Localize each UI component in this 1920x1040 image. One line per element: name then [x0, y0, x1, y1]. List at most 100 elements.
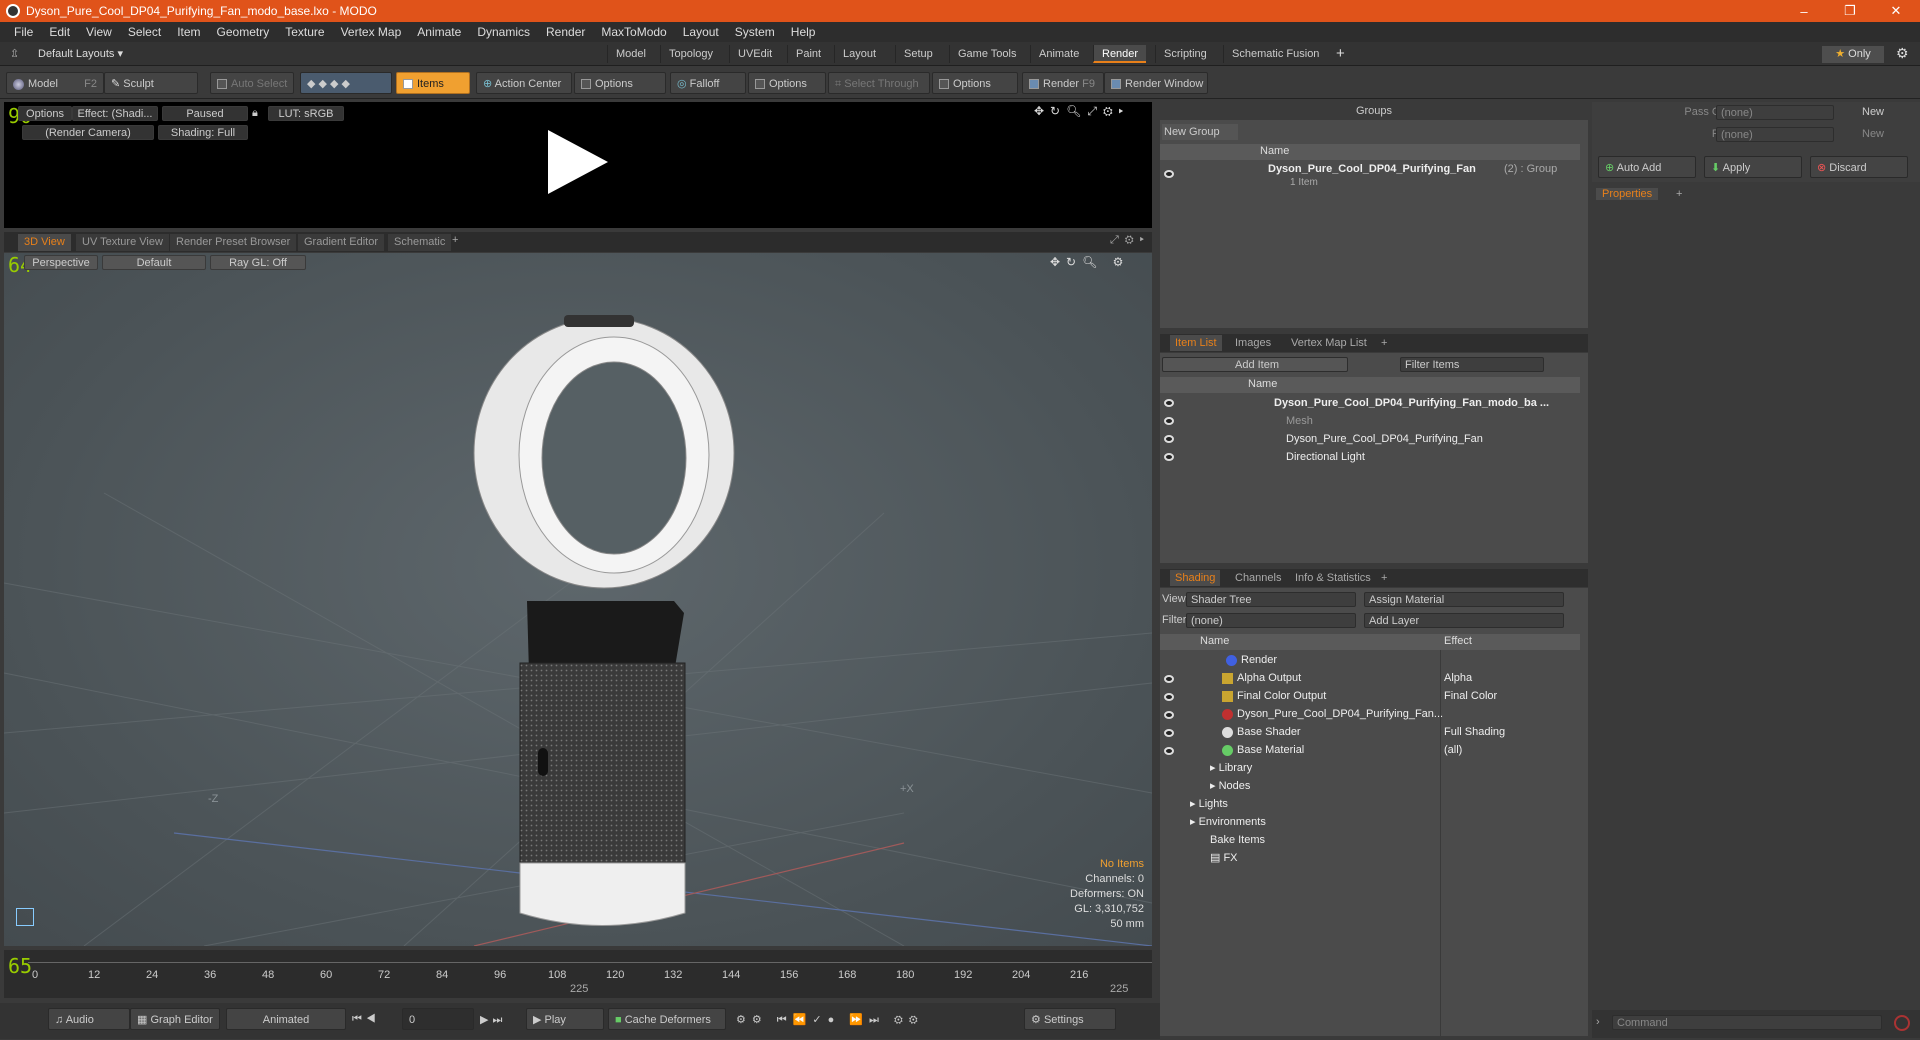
stop-icon[interactable]: [1894, 1015, 1910, 1031]
add-properties-tab[interactable]: +: [1676, 188, 1682, 200]
menu-item[interactable]: Item: [169, 25, 208, 39]
effect-final-color[interactable]: Final Color: [1444, 687, 1497, 705]
dyson-fan-model[interactable]: [454, 313, 754, 933]
options-button[interactable]: Options: [18, 106, 72, 121]
gear-icon[interactable]: ⚙: [1896, 45, 1909, 62]
new-pass-button[interactable]: New: [1862, 128, 1884, 140]
tab-layout[interactable]: Layout: [834, 45, 884, 63]
tab-properties[interactable]: Properties: [1596, 188, 1659, 200]
view-expand-icons[interactable]: ⤢⚙▸: [1110, 234, 1150, 247]
render-button[interactable]: Render F9: [1022, 72, 1104, 94]
lut-dropdown[interactable]: LUT: sRGB: [268, 106, 344, 121]
camera-dropdown[interactable]: (Render Camera): [22, 125, 154, 140]
menu-layout[interactable]: Layout: [675, 25, 727, 39]
tab-gradient-editor[interactable]: Gradient Editor: [298, 234, 384, 251]
effect-all[interactable]: (all): [1444, 741, 1462, 759]
menu-geometry[interactable]: Geometry: [209, 25, 278, 39]
assign-material-dropdown[interactable]: Assign Material: [1364, 592, 1564, 607]
menu-system[interactable]: System: [727, 25, 783, 39]
tab-3d-view[interactable]: 3D View: [18, 234, 71, 251]
eye-icon[interactable]: [1164, 399, 1174, 407]
tab-item-list[interactable]: Item List: [1170, 335, 1222, 351]
tab-topology[interactable]: Topology: [660, 45, 721, 63]
shader-row-library[interactable]: ▸ Library: [1210, 759, 1252, 777]
auto-select-button[interactable]: Auto Select: [210, 72, 294, 94]
lock-icon[interactable]: 🔒︎: [252, 107, 258, 120]
select-through-options-button[interactable]: Options: [932, 72, 1018, 94]
raygl-dropdown[interactable]: Ray GL: Off: [210, 255, 306, 270]
viewport-nav-icons[interactable]: ✥↻🔍︎ ⚙: [1050, 255, 1129, 269]
menu-maxtomodo[interactable]: MaxToModo: [593, 25, 674, 39]
tab-channels[interactable]: Channels: [1230, 570, 1286, 586]
shader-row-group[interactable]: Dyson_Pure_Cool_DP04_Purifying_Fan...: [1222, 705, 1443, 723]
select-through-button[interactable]: ⌗ Select Through: [828, 72, 930, 94]
eye-icon[interactable]: [1164, 711, 1174, 719]
falloff-options-button[interactable]: Options: [748, 72, 826, 94]
timeline[interactable]: 65 0 12 24 36 48 60 72 84 96 108 120 132…: [4, 950, 1152, 998]
apply-button[interactable]: ⬇ Apply: [1704, 156, 1802, 178]
eye-icon[interactable]: [1164, 729, 1174, 737]
menu-edit[interactable]: Edit: [41, 25, 78, 39]
menu-file[interactable]: File: [6, 25, 41, 39]
pass-groups-dropdown[interactable]: (none): [1716, 105, 1834, 120]
new-group-button[interactable]: New Group: [1162, 124, 1238, 140]
menu-view[interactable]: View: [78, 25, 120, 39]
tab-game-tools[interactable]: Game Tools: [949, 45, 1025, 63]
keyframe-tool-icons[interactable]: ⚙⚙ ⏮⏪✓● ⏩⏭ ⚙⚙: [736, 1013, 924, 1027]
audio-button[interactable]: ♫ Audio: [48, 1008, 130, 1030]
shader-row-alpha-output[interactable]: Alpha Output: [1222, 669, 1301, 687]
shader-row-base-material[interactable]: Base Material: [1222, 741, 1304, 759]
shader-row-fx[interactable]: ▤ FX: [1210, 849, 1238, 867]
shader-row-render[interactable]: Render: [1226, 651, 1277, 669]
play-icon[interactable]: [544, 128, 612, 196]
frame-input[interactable]: 0: [402, 1008, 474, 1030]
command-input[interactable]: Command: [1612, 1015, 1882, 1030]
filter-dropdown[interactable]: (none): [1186, 613, 1356, 628]
group-item-row[interactable]: Dyson_Pure_Cool_DP04_Purifying_Fan: [1286, 430, 1483, 448]
eye-icon[interactable]: [1164, 453, 1174, 461]
tab-paint[interactable]: Paint: [787, 45, 829, 63]
only-toggle[interactable]: ★ Only: [1822, 46, 1884, 63]
add-itemlist-tab[interactable]: +: [1376, 335, 1392, 351]
step-forward-icons[interactable]: ▶⏭: [480, 1013, 506, 1027]
menu-vertex-map[interactable]: Vertex Map: [333, 25, 410, 39]
tab-vertex-map-list[interactable]: Vertex Map List: [1286, 335, 1372, 351]
shader-row-environments[interactable]: ▸ Environments: [1190, 813, 1266, 831]
shader-row-final-color-output[interactable]: Final Color Output: [1222, 687, 1326, 705]
shader-row-bake-items[interactable]: Bake Items: [1210, 831, 1265, 849]
add-layer-dropdown[interactable]: Add Layer: [1364, 613, 1564, 628]
directional-light-row[interactable]: Directional Light: [1286, 448, 1365, 466]
tab-schematic[interactable]: Schematic: [388, 234, 452, 251]
tab-uv-texture-view[interactable]: UV Texture View: [76, 234, 169, 251]
shading-dropdown[interactable]: Shading: Full: [158, 125, 248, 140]
render-window-button[interactable]: Render Window: [1104, 72, 1208, 94]
action-center-options-button[interactable]: Options: [574, 72, 666, 94]
minimize-button[interactable]: –: [1781, 0, 1827, 22]
add-item-dropdown[interactable]: Add Item: [1162, 357, 1348, 372]
3d-viewport[interactable]: 64 Perspective Default Ray GL: Off ✥↻🔍︎ …: [4, 253, 1152, 946]
menu-help[interactable]: Help: [783, 25, 824, 39]
tab-info-statistics[interactable]: Info & Statistics: [1290, 570, 1376, 586]
tab-uvedit[interactable]: UVEdit: [729, 45, 780, 63]
sculpt-mode-button[interactable]: ✎ Sculpt: [104, 72, 198, 94]
eye-icon[interactable]: [1164, 693, 1174, 701]
passes-dropdown[interactable]: (none): [1716, 127, 1834, 142]
mesh-row[interactable]: Mesh: [1286, 412, 1313, 430]
view-controls-icons[interactable]: ✥↻🔍︎⤢⚙▸: [1034, 104, 1129, 119]
tab-setup[interactable]: Setup: [895, 45, 941, 63]
tab-schematic-fusion[interactable]: Schematic Fusion: [1223, 45, 1327, 63]
menu-dynamics[interactable]: Dynamics: [469, 25, 538, 39]
eye-icon[interactable]: [1164, 170, 1174, 178]
play-button[interactable]: ▶ Play: [526, 1008, 604, 1030]
menu-render[interactable]: Render: [538, 25, 593, 39]
eye-icon[interactable]: [1164, 417, 1174, 425]
settings-button[interactable]: ⚙ Settings: [1024, 1008, 1116, 1030]
tab-shading[interactable]: Shading: [1170, 570, 1221, 586]
animated-dropdown[interactable]: Animated: [226, 1008, 346, 1030]
close-button[interactable]: ✕: [1873, 0, 1919, 22]
shader-row-nodes[interactable]: ▸ Nodes: [1210, 777, 1250, 795]
menu-animate[interactable]: Animate: [409, 25, 469, 39]
layout-menu-icon[interactable]: ⇫: [10, 47, 19, 60]
effect-full-shading[interactable]: Full Shading: [1444, 723, 1505, 741]
tab-scripting[interactable]: Scripting: [1155, 45, 1215, 63]
